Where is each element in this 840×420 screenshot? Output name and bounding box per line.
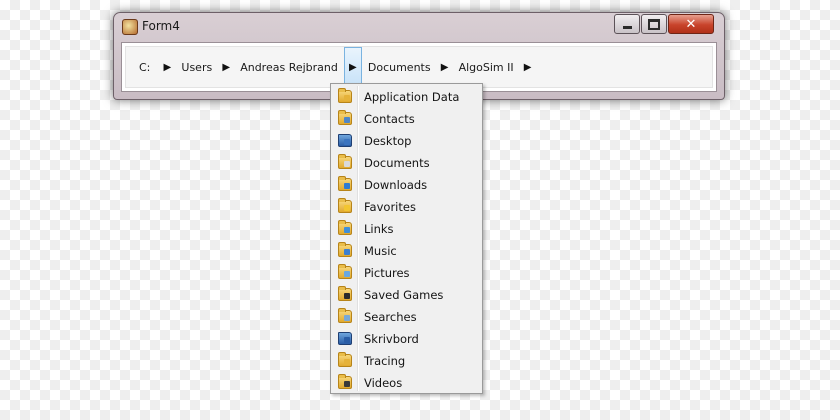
menu-item-documents[interactable]: Documents (333, 152, 480, 174)
menu-item-saved-games[interactable]: Saved Games (333, 284, 480, 306)
icon-overlay-mark (344, 293, 350, 299)
breadcrumb-item-users[interactable]: Users (175, 47, 218, 87)
breadcrumb-item-documents[interactable]: Documents (362, 47, 437, 87)
menu-item-label: Videos (364, 376, 403, 390)
downloads-folder-icon (338, 176, 352, 191)
menu-item-pictures[interactable]: Pictures (333, 262, 480, 284)
minimize-icon (622, 26, 632, 29)
breadcrumb-item-algosim-ii[interactable]: AlgoSim II (453, 47, 520, 87)
folder-icon (338, 88, 352, 103)
menu-item-label: Searches (364, 310, 417, 324)
icon-overlay-mark (344, 205, 350, 211)
menu-item-label: Desktop (364, 134, 412, 148)
icon-overlay-mark (344, 95, 350, 101)
menu-item-label: Music (364, 244, 397, 258)
icon-overlay-mark (344, 183, 350, 189)
icon-overlay-mark (344, 139, 350, 145)
links-folder-icon (338, 220, 352, 235)
menu-item-label: Skrivbord (364, 332, 419, 346)
menu-item-label: Favorites (364, 200, 416, 214)
menu-item-contacts[interactable]: Contacts (333, 108, 480, 130)
icon-overlay-mark (344, 381, 350, 387)
menu-item-label: Pictures (364, 266, 410, 280)
contacts-folder-icon (338, 110, 352, 125)
favorites-folder-icon (338, 198, 352, 213)
skrivbord-folder-icon (338, 332, 352, 345)
menu-item-skrivbord[interactable]: Skrivbord (333, 328, 480, 350)
menu-item-label: Documents (364, 156, 430, 170)
saved-games-folder-icon (338, 286, 352, 301)
breadcrumb-separator-arrow-icon[interactable]: ▶ (437, 47, 453, 87)
searches-folder-icon (338, 308, 352, 323)
menu-item-videos[interactable]: Videos (333, 372, 480, 394)
icon-overlay-mark (344, 161, 350, 167)
videos-folder-icon (338, 374, 352, 389)
window-title: Form4 (142, 19, 180, 33)
menu-item-desktop[interactable]: Desktop (333, 130, 480, 152)
menu-item-label: Tracing (364, 354, 406, 368)
menu-item-favorites[interactable]: Favorites (333, 196, 480, 218)
breadcrumb-separator-arrow-icon[interactable]: ▶ (159, 47, 175, 87)
documents-folder-icon (338, 154, 352, 169)
breadcrumb-item-andreas-rejbrand[interactable]: Andreas Rejbrand (234, 47, 344, 87)
menu-item-links[interactable]: Links (333, 218, 480, 240)
close-icon: ✕ (685, 16, 697, 32)
icon-overlay-mark (344, 337, 350, 343)
pictures-folder-icon (338, 264, 352, 279)
menu-item-label: Downloads (364, 178, 428, 192)
subfolder-dropdown-menu: Application Data Contacts Desktop Documents… (330, 83, 483, 394)
menu-item-label: Saved Games (364, 288, 444, 302)
icon-overlay-mark (344, 249, 350, 255)
menu-item-music[interactable]: Music (333, 240, 480, 262)
breadcrumb-separator-arrow-icon-active[interactable]: ▶ (343, 47, 362, 87)
menu-item-tracing[interactable]: Tracing (333, 350, 480, 372)
icon-overlay-mark (344, 117, 350, 123)
app-icon[interactable] (122, 19, 138, 35)
menu-item-label: Application Data (364, 90, 460, 104)
icon-overlay-mark (344, 271, 350, 277)
breadcrumb-separator-arrow-icon[interactable]: ▶ (218, 47, 234, 87)
breadcrumb-separator-arrow-icon[interactable]: ▶ (520, 47, 536, 87)
breadcrumb: C: ▶ Users ▶ Andreas Rejbrand ▶ Document… (125, 46, 713, 88)
menu-item-label: Links (364, 222, 394, 236)
menu-item-searches[interactable]: Searches (333, 306, 480, 328)
title-bar[interactable]: Form4 ✕ (114, 13, 724, 39)
close-button[interactable]: ✕ (668, 14, 714, 34)
minimize-button[interactable] (614, 14, 640, 34)
menu-item-label: Contacts (364, 112, 415, 126)
desktop-folder-icon (338, 134, 352, 147)
breadcrumb-item-c-drive[interactable]: C: (126, 47, 159, 87)
maximize-icon (648, 18, 660, 30)
icon-overlay-mark (344, 315, 350, 321)
icon-overlay-mark (344, 227, 350, 233)
music-folder-icon (338, 242, 352, 257)
folder-icon (338, 352, 352, 367)
menu-item-downloads[interactable]: Downloads (333, 174, 480, 196)
menu-item-application-data[interactable]: Application Data (333, 86, 480, 108)
maximize-button[interactable] (641, 14, 667, 34)
icon-overlay-mark (344, 359, 350, 365)
